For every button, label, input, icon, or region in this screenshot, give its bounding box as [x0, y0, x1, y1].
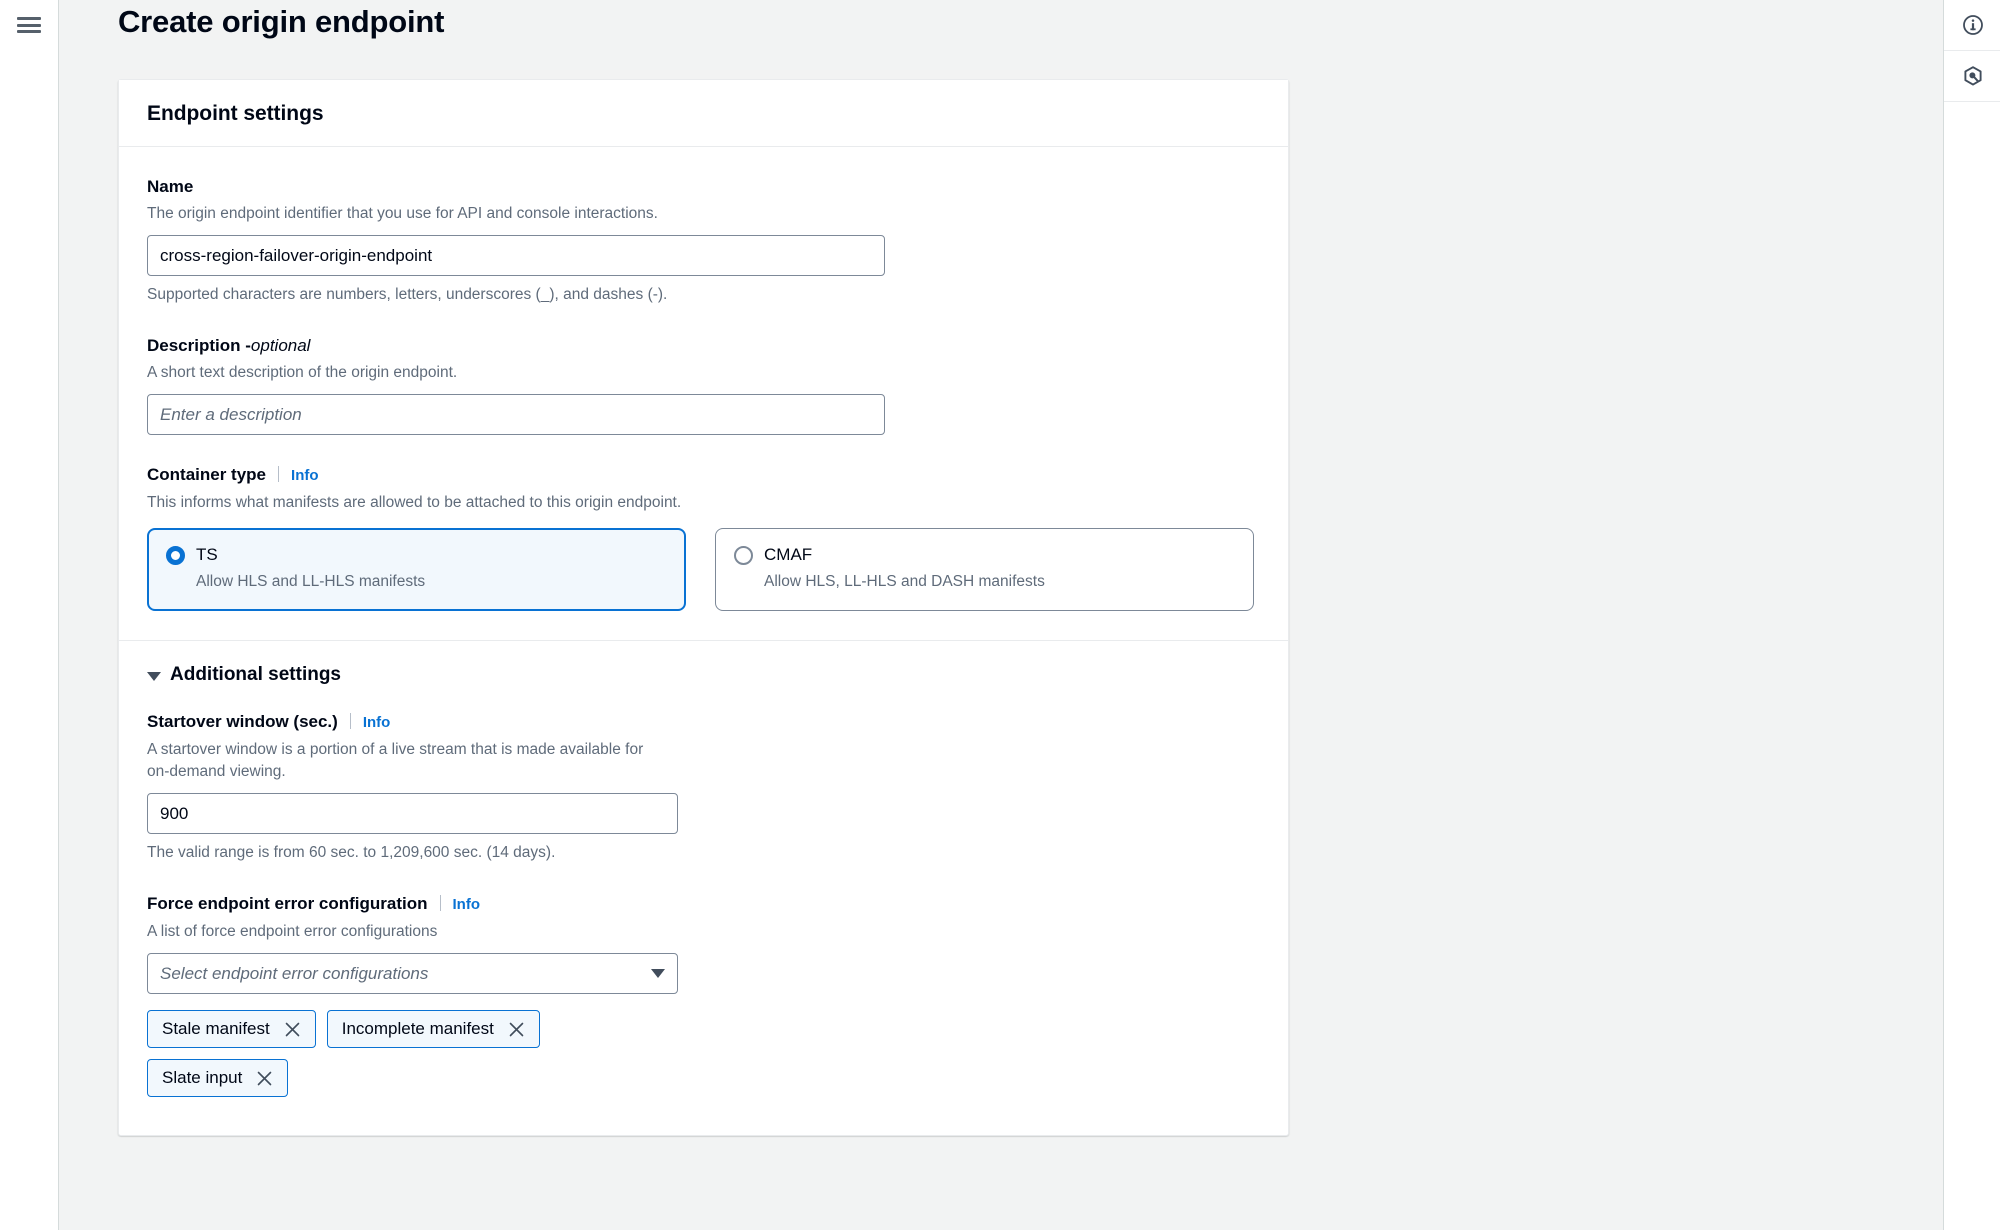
description-label-text: Description -	[147, 336, 251, 355]
chip-incomplete-manifest: Incomplete manifest	[326, 1010, 540, 1048]
card-bottom-spacer	[147, 1097, 1260, 1125]
description-field-group: Description - optional A short text desc…	[147, 334, 1260, 435]
left-navigation-rail	[0, 0, 59, 1230]
startover-window-input[interactable]	[147, 793, 678, 834]
startover-window-info-link[interactable]: Info	[363, 711, 391, 735]
startover-window-hint: The valid range is from 60 sec. to 1,209…	[147, 844, 556, 861]
force-error-config-select[interactable]: Select endpoint error configurations	[147, 953, 678, 994]
force-error-config-label: Force endpoint error configuration Info	[147, 892, 1260, 917]
container-type-option-cmaf-title: CMAF	[764, 545, 813, 564]
container-type-option-cmaf-description: Allow HLS, LL-HLS and DASH manifests	[764, 573, 1045, 590]
force-error-config-info-link[interactable]: Info	[453, 893, 481, 917]
main-content: Create origin endpoint Endpoint settings…	[59, 0, 1943, 1230]
chip-slate-input: Slate input	[147, 1059, 289, 1097]
close-icon[interactable]	[256, 1070, 273, 1087]
chip-label: Stale manifest	[162, 1019, 270, 1038]
info-circle-icon	[1962, 14, 1984, 36]
close-icon[interactable]	[284, 1021, 301, 1038]
name-label-text: Name	[147, 177, 194, 196]
name-hint: Supported characters are numbers, letter…	[147, 286, 668, 303]
hamburger-line	[17, 17, 41, 20]
chip-stale-manifest: Stale manifest	[147, 1010, 316, 1048]
endpoint-settings-card: Endpoint settings Name The origin endpoi…	[118, 79, 1289, 1136]
name-field-group: Name The origin endpoint identifier that…	[147, 175, 1260, 306]
container-type-info-link[interactable]: Info	[291, 464, 319, 488]
additional-settings-title: Additional settings	[170, 664, 341, 685]
name-input[interactable]	[147, 235, 885, 276]
radio-unselected-icon	[734, 545, 753, 565]
chip-label: Incomplete manifest	[341, 1019, 494, 1038]
force-error-config-chip-list: Stale manifest Incomplete manifest Slate…	[147, 1010, 627, 1097]
container-type-option-cmaf[interactable]: CMAF Allow HLS, LL-HLS and DASH manifest…	[715, 528, 1254, 611]
app-root: Create origin endpoint Endpoint settings…	[0, 0, 2000, 1230]
description-optional-text: optional	[250, 336, 311, 355]
additional-settings-section: Additional settings Startover window (se…	[147, 641, 1260, 1097]
chip-label: Slate input	[162, 1068, 243, 1087]
description-description: A short text description of the origin e…	[147, 364, 458, 381]
force-error-config-select-wrapper: Select endpoint error configurations	[147, 953, 678, 994]
chevron-down-icon	[651, 969, 665, 978]
label-divider	[439, 895, 441, 911]
container-type-field-group: Container type Info This informs what ma…	[147, 463, 1260, 611]
force-error-config-description: A list of force endpoint error configura…	[147, 923, 438, 940]
additional-settings-toggle[interactable]: Additional settings	[147, 664, 1260, 686]
assistant-toggle[interactable]	[1944, 51, 2000, 102]
card-body: Name The origin endpoint identifier that…	[119, 147, 1288, 1135]
label-divider	[278, 466, 280, 482]
card-header-title: Endpoint settings	[147, 102, 324, 125]
hamburger-menu-icon[interactable]	[16, 14, 42, 36]
container-type-radio-group: TS Allow HLS and LL-HLS manifests CMAF A…	[147, 528, 1260, 611]
startover-window-field-group: Startover window (sec.) Info A startover…	[147, 710, 1260, 864]
force-error-config-field-group: Force endpoint error configuration Info …	[147, 892, 1260, 1097]
description-input[interactable]	[147, 394, 885, 435]
page-title: Create origin endpoint	[118, 4, 445, 39]
chevron-down-icon	[147, 671, 161, 681]
help-panel-toggle[interactable]	[1944, 0, 2000, 51]
force-error-config-label-text: Force endpoint error configuration	[147, 894, 428, 913]
startover-window-description: A startover window is a portion of a liv…	[147, 741, 644, 780]
force-error-config-select-placeholder: Select endpoint error configurations	[160, 963, 429, 983]
radio-selected-icon	[166, 545, 185, 565]
close-icon[interactable]	[508, 1021, 525, 1038]
name-description: The origin endpoint identifier that you …	[147, 205, 658, 222]
label-divider	[349, 713, 351, 729]
startover-window-label-text: Startover window (sec.)	[147, 712, 338, 731]
container-type-option-ts-description: Allow HLS and LL-HLS manifests	[196, 573, 426, 590]
container-type-label-text: Container type	[147, 465, 267, 484]
tile-row: TS	[166, 544, 667, 566]
right-tools-rail	[1943, 0, 2000, 1230]
hamburger-line	[17, 23, 41, 27]
hamburger-line	[17, 30, 41, 33]
description-label: Description - optional	[147, 334, 1260, 358]
tile-row: CMAF	[734, 544, 1235, 566]
card-header: Endpoint settings	[119, 80, 1288, 147]
container-type-option-ts-title: TS	[196, 545, 218, 564]
container-type-option-ts[interactable]: TS Allow HLS and LL-HLS manifests	[147, 528, 686, 611]
container-type-description: This informs what manifests are allowed …	[147, 494, 682, 511]
startover-window-label: Startover window (sec.) Info	[147, 710, 1260, 735]
name-label: Name	[147, 175, 1260, 199]
container-type-label: Container type Info	[147, 463, 1260, 488]
shield-hex-icon	[1962, 65, 1984, 87]
